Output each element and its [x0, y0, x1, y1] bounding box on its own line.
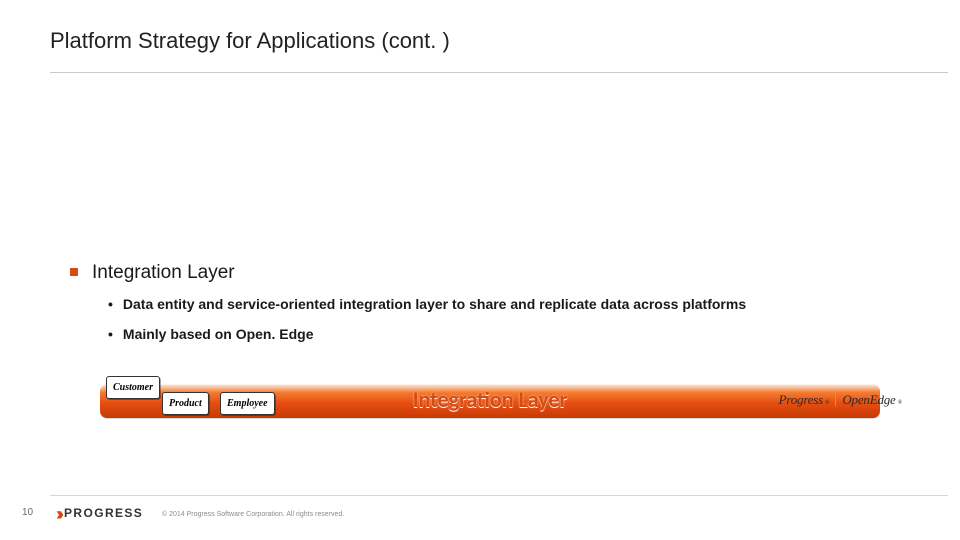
- bullet-text: Data entity and service-oriented integra…: [123, 296, 746, 312]
- brand-separator-icon: [835, 392, 836, 406]
- page-title: Platform Strategy for Applications (cont…: [50, 28, 450, 54]
- footer-divider: [50, 495, 948, 496]
- bullet-item: Data entity and service-oriented integra…: [108, 296, 940, 312]
- content-block: Integration Layer Data entity and servic…: [70, 262, 940, 356]
- square-bullet-icon: [70, 268, 78, 276]
- slide: Platform Strategy for Applications (cont…: [0, 0, 960, 540]
- registered-icon: ®: [825, 400, 829, 406]
- registered-icon: ®: [898, 400, 902, 406]
- footer-copyright: © 2014 Progress Software Corporation. Al…: [162, 511, 344, 518]
- progress-chevron-icon: ››: [56, 505, 60, 523]
- title-underline: [50, 72, 948, 73]
- chip-customer: Customer: [106, 376, 160, 399]
- brand-openedge-text: OpenEdge: [842, 392, 895, 408]
- footer-logo-text: PROGRESS: [64, 506, 143, 520]
- brand-progress-text: Progress: [779, 392, 823, 408]
- bullet-list: Data entity and service-oriented integra…: [108, 296, 940, 342]
- brand-progress-openedge: Progress® OpenEdge®: [779, 390, 902, 408]
- section-heading: Integration Layer: [70, 262, 940, 284]
- bullet-item: Mainly based on Open. Edge: [108, 326, 940, 342]
- integration-bar-graphic: Integration Layer Customer Product Emplo…: [100, 376, 880, 420]
- footer-logo: ›› PROGRESS: [56, 504, 143, 522]
- section-heading-text: Integration Layer: [92, 262, 235, 283]
- page-number: 10: [22, 507, 33, 518]
- chip-product: Product: [162, 392, 209, 415]
- integration-bar: [100, 384, 880, 418]
- chip-employee: Employee: [220, 392, 275, 415]
- bullet-text: Mainly based on Open. Edge: [123, 326, 314, 342]
